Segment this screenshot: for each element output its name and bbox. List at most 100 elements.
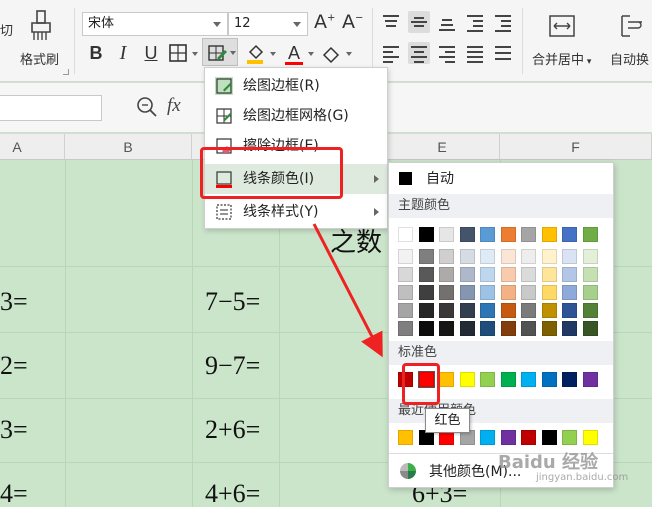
theme-shade-swatch[interactable] [459, 285, 475, 300]
theme-shade-swatch[interactable] [398, 285, 413, 300]
theme-shade-swatch[interactable] [480, 321, 495, 336]
theme-color-swatch[interactable] [398, 227, 413, 242]
name-box-input[interactable] [0, 95, 102, 121]
chevron-down-icon[interactable] [270, 52, 276, 56]
theme-shade-swatch[interactable] [541, 285, 557, 300]
theme-shade-swatch[interactable] [480, 303, 495, 318]
wrap-text-label[interactable]: 自动换 [610, 49, 649, 68]
theme-shade-swatch[interactable] [521, 249, 536, 264]
theme-color-swatch[interactable] [418, 227, 434, 242]
standard-color-swatch[interactable] [500, 372, 516, 387]
menu-item-draw-border[interactable]: 绘图边框(R) [205, 71, 387, 101]
theme-shade-swatch[interactable] [418, 303, 434, 318]
theme-shade-swatch[interactable] [562, 303, 577, 318]
cell-a-row4[interactable]: 4= [0, 479, 28, 507]
theme-shade-swatch[interactable] [541, 249, 557, 264]
justify-icon[interactable] [464, 42, 486, 64]
align-center-icon[interactable] [408, 42, 430, 64]
theme-shade-swatch[interactable] [398, 249, 413, 264]
column-header-f[interactable]: F [500, 134, 652, 160]
theme-shade-swatch[interactable] [398, 267, 413, 282]
theme-shade-swatch[interactable] [439, 267, 454, 282]
standard-color-swatch[interactable] [582, 372, 598, 387]
recent-color-swatch[interactable] [480, 430, 495, 445]
theme-shade-swatch[interactable] [562, 321, 577, 336]
theme-shade-swatch[interactable] [418, 285, 434, 300]
draw-border-button[interactable] [202, 38, 238, 66]
theme-shade-swatch[interactable] [541, 267, 557, 282]
theme-color-swatch[interactable] [500, 227, 516, 242]
recent-color-swatch[interactable] [398, 430, 413, 445]
theme-shade-swatch[interactable] [500, 303, 516, 318]
grow-font-button[interactable]: A+ [314, 11, 335, 33]
theme-color-swatch[interactable] [521, 227, 536, 242]
column-header-e[interactable]: E [385, 134, 500, 160]
theme-shade-swatch[interactable] [439, 249, 454, 264]
theme-color-swatch[interactable] [439, 227, 454, 242]
column-header-b[interactable]: B [65, 134, 192, 160]
theme-color-swatch[interactable] [459, 227, 475, 242]
border-icon[interactable] [166, 41, 190, 65]
recent-color-swatch[interactable] [521, 430, 536, 445]
chevron-down-icon[interactable] [308, 52, 314, 56]
theme-shade-swatch[interactable] [398, 321, 413, 336]
align-middle-icon[interactable] [408, 11, 430, 33]
standard-color-swatch[interactable] [521, 372, 536, 387]
decrease-indent-icon[interactable] [464, 11, 486, 33]
increase-indent-icon[interactable] [492, 11, 514, 33]
theme-shade-swatch[interactable] [521, 267, 536, 282]
theme-shade-swatch[interactable] [398, 303, 413, 318]
theme-color-swatch[interactable] [541, 227, 557, 242]
menu-item-line-style[interactable]: 线条样式(Y) [205, 197, 387, 227]
cut-label[interactable]: 切 [0, 20, 13, 39]
theme-shade-swatch[interactable] [439, 303, 454, 318]
theme-shade-swatch[interactable] [418, 267, 434, 282]
chevron-down-icon[interactable] [346, 52, 352, 56]
theme-shade-swatch[interactable] [582, 285, 598, 300]
cell-d-row3[interactable]: 2+6= [205, 415, 260, 445]
theme-shade-swatch[interactable] [521, 303, 536, 318]
theme-shade-swatch[interactable] [582, 249, 598, 264]
bold-button[interactable]: B [84, 41, 108, 65]
standard-color-swatch[interactable] [562, 372, 577, 387]
cell-a-row1[interactable]: 3= [0, 287, 28, 317]
theme-shade-swatch[interactable] [582, 303, 598, 318]
function-button[interactable]: fx [167, 95, 181, 117]
theme-shade-swatch[interactable] [459, 249, 475, 264]
zoom-icon[interactable] [136, 96, 158, 118]
standard-color-swatch[interactable] [459, 372, 475, 387]
align-right-icon[interactable] [436, 42, 458, 64]
cell-d-row2[interactable]: 9−7= [205, 351, 260, 381]
theme-color-swatch[interactable] [582, 227, 598, 242]
recent-color-swatch[interactable] [541, 430, 557, 445]
theme-shade-swatch[interactable] [480, 249, 495, 264]
auto-color-option[interactable]: 自动 [389, 163, 613, 193]
recent-color-swatch[interactable] [500, 430, 516, 445]
theme-shade-swatch[interactable] [500, 249, 516, 264]
standard-color-swatch[interactable] [541, 372, 557, 387]
theme-shade-swatch[interactable] [562, 267, 577, 282]
cell-d-row4[interactable]: 4+6= [205, 479, 260, 507]
theme-shade-swatch[interactable] [582, 321, 598, 336]
font-name-select[interactable]: 宋体 [82, 12, 228, 36]
eraser-icon[interactable] [320, 41, 344, 65]
standard-color-swatch[interactable] [480, 372, 495, 387]
menu-item-draw-border-grid[interactable]: 绘图边框网格(G) [205, 101, 387, 131]
format-painter-label[interactable]: 格式刷 [20, 49, 59, 68]
theme-shade-swatch[interactable] [418, 249, 434, 264]
theme-shade-swatch[interactable] [500, 321, 516, 336]
theme-shade-swatch[interactable] [459, 321, 475, 336]
theme-shade-swatch[interactable] [582, 267, 598, 282]
wrap-text-icon[interactable] [620, 12, 648, 40]
recent-color-swatch[interactable] [582, 430, 598, 445]
theme-shade-swatch[interactable] [521, 285, 536, 300]
theme-shade-swatch[interactable] [562, 285, 577, 300]
chevron-down-icon[interactable] [192, 52, 198, 56]
align-left-icon[interactable] [380, 42, 402, 64]
theme-shade-swatch[interactable] [500, 267, 516, 282]
theme-shade-swatch[interactable] [541, 321, 557, 336]
font-color-button[interactable]: A [282, 41, 306, 65]
theme-shade-swatch[interactable] [521, 321, 536, 336]
shrink-font-button[interactable]: A− [342, 11, 363, 33]
align-bottom-icon[interactable] [436, 11, 458, 33]
